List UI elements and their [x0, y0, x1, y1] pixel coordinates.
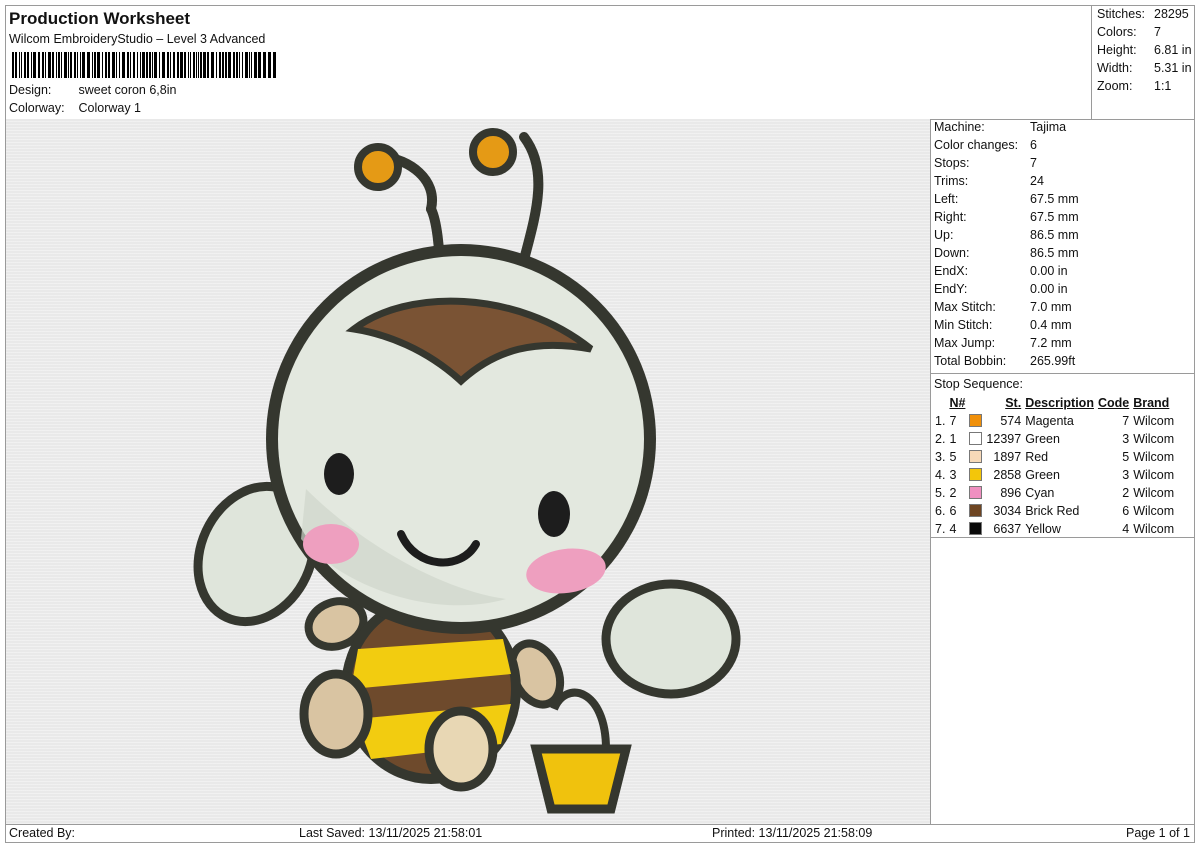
table-header-row: N# St. Description Code Brand	[933, 394, 1176, 412]
software-name: Wilcom EmbroideryStudio – Level 3 Advanc…	[9, 32, 266, 46]
info-trims: Trims: 24	[934, 174, 1044, 188]
antenna-left-tip	[354, 143, 402, 191]
col-description: Description	[1025, 396, 1094, 410]
info-color-changes: Color changes: 6	[934, 138, 1037, 152]
page-title: Production Worksheet	[9, 9, 191, 28]
colorway-label: Colorway:	[9, 101, 65, 115]
table-row: 3. 5 1897 Red 5 Wilcom	[935, 449, 1175, 464]
colorway-row: Colorway: Colorway 1	[9, 101, 141, 115]
table-row: 4. 3 2858 Green 3 Wilcom	[935, 467, 1175, 482]
stop-sequence-table: N# St. Description Code Brand 1. 7 574 Mag…	[933, 394, 1176, 538]
page-number: Page 1 of 1	[1126, 826, 1190, 840]
info-total-bobbin: Total Bobbin: 265.99ft	[934, 354, 1076, 368]
right-eye	[538, 491, 570, 537]
left-eye	[324, 453, 354, 495]
color-swatch	[969, 413, 983, 427]
table-row: 6. 6 3034 Brick Red 6 Wilcom	[935, 503, 1175, 518]
info-endx: EndX: 0.00 in	[934, 264, 1068, 278]
color-swatch	[969, 449, 983, 463]
info-down: Down: 86.5 mm	[934, 246, 1079, 260]
info-endy: EndY: 0.00 in	[934, 282, 1068, 296]
design-row: Design: sweet coron 6,8in	[9, 83, 176, 97]
last-saved: Last Saved: 13/11/2025 21:58:01	[299, 826, 483, 840]
stat-stitches: Stitches: 28295	[1097, 7, 1189, 21]
design-label: Design:	[9, 83, 52, 97]
stat-zoom: Zoom: 1:1	[1097, 79, 1172, 93]
divider	[931, 373, 1194, 374]
stats-box: Stitches: 28295 Colors: 7 Height: 6.81 in W…	[1091, 6, 1194, 119]
info-machine: Machine: Tajima	[934, 120, 1067, 134]
bee-embroidery	[193, 128, 741, 814]
worksheet-header: Production Worksheet Wilcom EmbroiderySt…	[6, 6, 1091, 119]
info-max-jump: Max Jump: 7.2 mm	[934, 336, 1072, 350]
worksheet-footer: Created By: Last Saved: 13/11/2025 21:58…	[6, 824, 1194, 842]
divider	[931, 537, 1194, 538]
col-code: Code	[1097, 396, 1130, 410]
table-row: 2. 1 12397 Green 3 Wilcom	[935, 431, 1175, 446]
info-left: Left: 67.5 mm	[934, 192, 1079, 206]
info-max-stitch: Max Stitch: 7.0 mm	[934, 300, 1072, 314]
design-preview	[6, 119, 931, 824]
bucket	[530, 744, 632, 814]
col-st: St.	[1005, 396, 1022, 410]
color-swatch	[969, 431, 983, 445]
created-by: Created By:	[9, 826, 76, 840]
worksheet: Production Worksheet Wilcom EmbroiderySt…	[5, 5, 1195, 843]
antenna-right-tip	[469, 128, 517, 176]
stat-colors: Colors: 7	[1097, 25, 1161, 39]
table-row: 1. 7 574 Magenta 7 Wilcom	[935, 413, 1175, 428]
right-leg	[424, 706, 498, 792]
right-wing	[601, 579, 741, 699]
color-swatch	[969, 503, 983, 517]
info-right: Right: 67.5 mm	[934, 210, 1079, 224]
info-panel: Machine: Tajima Color changes: 6 Stops: 7 T…	[931, 119, 1194, 824]
col-brand: Brand	[1133, 396, 1170, 410]
printed-date: Printed: 13/11/2025 21:58:09	[712, 826, 873, 840]
table-row: 7. 4 6637 Yellow 4 Wilcom	[935, 521, 1175, 536]
info-up: Up: 86.5 mm	[934, 228, 1079, 242]
color-swatch	[969, 521, 983, 535]
color-swatch	[969, 467, 983, 481]
colorway-value: Colorway 1	[78, 101, 142, 115]
stat-width: Width: 5.31 in	[1097, 61, 1192, 75]
left-leg	[299, 669, 373, 759]
stat-height: Height: 6.81 in	[1097, 43, 1192, 57]
info-min-stitch: Min Stitch: 0.4 mm	[934, 318, 1072, 332]
barcode-image	[12, 52, 276, 78]
stop-sequence-title: Stop Sequence:	[934, 377, 1023, 391]
col-n: N#	[949, 396, 966, 410]
left-cheek	[303, 524, 359, 564]
design-value: sweet coron 6,8in	[78, 83, 177, 97]
color-swatch	[969, 485, 983, 499]
table-row: 5. 2 896 Cyan 2 Wilcom	[935, 485, 1175, 500]
info-stops: Stops: 7	[934, 156, 1037, 170]
